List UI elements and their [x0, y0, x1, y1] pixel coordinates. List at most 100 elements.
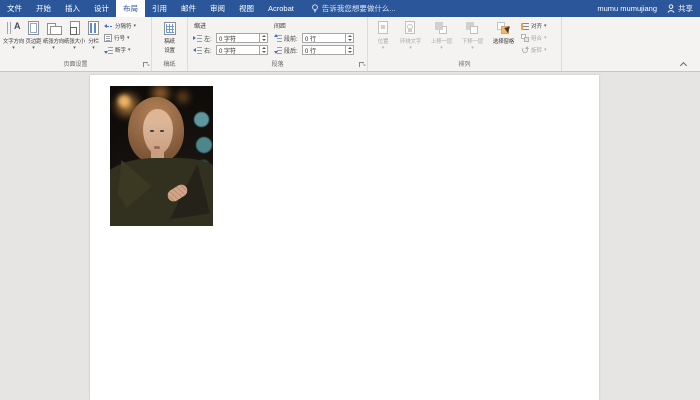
- dropdown-arrow-icon: [544, 48, 547, 52]
- indent-left-row: 左: 0 字符: [193, 32, 268, 44]
- wrap-text-label: 环绕文字: [399, 39, 422, 45]
- teal-light: [196, 137, 212, 153]
- space-after-row: 段后: 0 行: [273, 44, 354, 56]
- position-button[interactable]: 位置: [371, 19, 395, 50]
- grid-settings-button[interactable]: 稿纸 设置: [156, 19, 184, 54]
- bokeh-light: [118, 95, 130, 107]
- space-before-input[interactable]: 0 行: [302, 33, 346, 43]
- dropdown-arrow-icon: [409, 46, 412, 50]
- ribbon: 文字方向 页边距 纸张方向 纸张大小 分栏: [0, 17, 700, 72]
- tab-file[interactable]: 文件: [0, 0, 29, 17]
- tell-me-box[interactable]: 告诉我您想要做什么...: [311, 0, 396, 17]
- group-paragraph: 缩进 左: 0 字符 右: 0 字符 间距 段前: 0 行 段后: 0 行 段落…: [188, 17, 368, 71]
- rotate-icon: [521, 46, 529, 54]
- grid-settings-label-line2: 设置: [164, 48, 175, 54]
- line-numbers-button[interactable]: 行号: [104, 33, 136, 43]
- indent-header: 缩进: [194, 24, 207, 30]
- dropdown-arrow-icon: [92, 46, 95, 50]
- send-backward-label: 下移一层: [461, 39, 484, 45]
- breaks-button[interactable]: 分隔符: [104, 21, 136, 31]
- align-button[interactable]: 对齐: [521, 21, 547, 31]
- share-label: 共享: [678, 4, 693, 13]
- space-after-stepper[interactable]: [346, 45, 354, 55]
- selection-pane-button[interactable]: 选择窗格: [488, 19, 519, 45]
- ribbon-tabs: 文件 开始 插入 设计 布局 引用 邮件 审阅 视图 Acrobat: [0, 0, 301, 17]
- text-direction-button[interactable]: 文字方向: [3, 19, 24, 50]
- lightbulb-icon: [312, 4, 318, 13]
- tab-insert[interactable]: 插入: [58, 0, 87, 17]
- paper-size-label: 纸张大小: [63, 39, 86, 45]
- line-numbers-icon: [104, 34, 112, 42]
- orientation-icon: [46, 21, 62, 36]
- dropdown-arrow-icon: [32, 46, 35, 50]
- space-after-icon: [273, 46, 282, 54]
- dropdown-arrow-icon: [471, 46, 474, 50]
- woman-eye: [150, 130, 154, 132]
- indent-left-label: 左:: [204, 36, 212, 43]
- teal-light: [194, 112, 209, 127]
- tab-references[interactable]: 引用: [145, 0, 174, 17]
- rotate-button[interactable]: 旋转: [521, 45, 547, 55]
- indent-right-input[interactable]: 0 字符: [216, 45, 260, 55]
- margins-button[interactable]: 页边距: [24, 19, 43, 50]
- space-after-input[interactable]: 0 行: [302, 45, 346, 55]
- dropdown-arrow-icon: [544, 36, 547, 40]
- inserted-image[interactable]: [110, 86, 213, 226]
- grid-settings-icon: [162, 21, 178, 36]
- orientation-button[interactable]: 纸张方向: [43, 19, 64, 50]
- document-area: [0, 73, 700, 400]
- indent-column: 缩进 左: 0 字符 右: 0 字符: [191, 19, 271, 56]
- person-icon: [667, 4, 675, 13]
- align-icon: [521, 22, 529, 30]
- tab-layout[interactable]: 布局: [116, 0, 145, 17]
- tab-acrobat[interactable]: Acrobat: [261, 0, 301, 17]
- columns-button[interactable]: 分栏: [85, 19, 102, 50]
- text-direction-label: 文字方向: [2, 39, 25, 45]
- group-page-setup: 文字方向 页边距 纸张方向 纸张大小 分栏: [0, 17, 152, 71]
- collapse-ribbon-button[interactable]: [679, 61, 688, 68]
- tab-view[interactable]: 视图: [232, 0, 261, 17]
- hyphenation-button[interactable]: 断字: [104, 45, 136, 55]
- paper-size-button[interactable]: 纸张大小: [64, 19, 85, 50]
- account-name[interactable]: mumu mumujiang: [597, 4, 657, 13]
- breaks-label: 分隔符: [115, 24, 132, 30]
- text-direction-icon: [6, 21, 22, 36]
- breaks-icon: [104, 23, 113, 30]
- bring-forward-button[interactable]: 上移一层: [426, 19, 457, 50]
- orientation-label: 纸张方向: [42, 39, 65, 45]
- dropdown-arrow-icon: [73, 46, 76, 50]
- margins-icon: [26, 21, 42, 36]
- hyphenation-icon: [104, 46, 113, 54]
- group-label-arrange: 排列: [458, 62, 471, 68]
- dropdown-arrow-icon: [52, 46, 55, 50]
- share-button[interactable]: 共享: [667, 3, 693, 14]
- dropdown-arrow-icon: [134, 24, 137, 28]
- spacing-header: 间距: [274, 24, 287, 30]
- page-setup-small-buttons: 分隔符 行号 断字: [102, 19, 137, 55]
- document-page[interactable]: [90, 75, 599, 400]
- group-objects-label: 组合: [531, 36, 543, 42]
- tab-mailings[interactable]: 邮件: [174, 0, 203, 17]
- grid-settings-label-line1: 稿纸: [164, 39, 175, 45]
- wrap-text-button[interactable]: 环绕文字: [395, 19, 426, 50]
- tab-design[interactable]: 设计: [87, 0, 116, 17]
- paragraph-dialog-launcher[interactable]: [359, 62, 366, 69]
- send-backward-icon: [465, 21, 480, 36]
- wrap-text-icon: [403, 21, 418, 36]
- dropdown-arrow-icon: [128, 48, 131, 52]
- page-setup-dialog-launcher[interactable]: [143, 62, 150, 69]
- space-before-stepper[interactable]: [346, 33, 354, 43]
- indent-left-input[interactable]: 0 字符: [216, 33, 260, 43]
- bokeh-light: [173, 88, 193, 106]
- group-manuscript: 稿纸 设置 稿纸: [152, 17, 188, 71]
- indent-left-stepper[interactable]: [260, 33, 268, 43]
- tab-home[interactable]: 开始: [29, 0, 58, 17]
- rotate-label: 旋转: [531, 48, 543, 54]
- send-backward-button[interactable]: 下移一层: [457, 19, 488, 50]
- titlebar-right: mumu mumujiang 共享: [597, 0, 700, 17]
- selection-pane-icon: [496, 21, 512, 36]
- tab-review[interactable]: 审阅: [203, 0, 232, 17]
- indent-right-stepper[interactable]: [260, 45, 268, 55]
- group-objects-button[interactable]: 组合: [521, 33, 547, 43]
- group-label-paragraph: 段落: [271, 62, 284, 68]
